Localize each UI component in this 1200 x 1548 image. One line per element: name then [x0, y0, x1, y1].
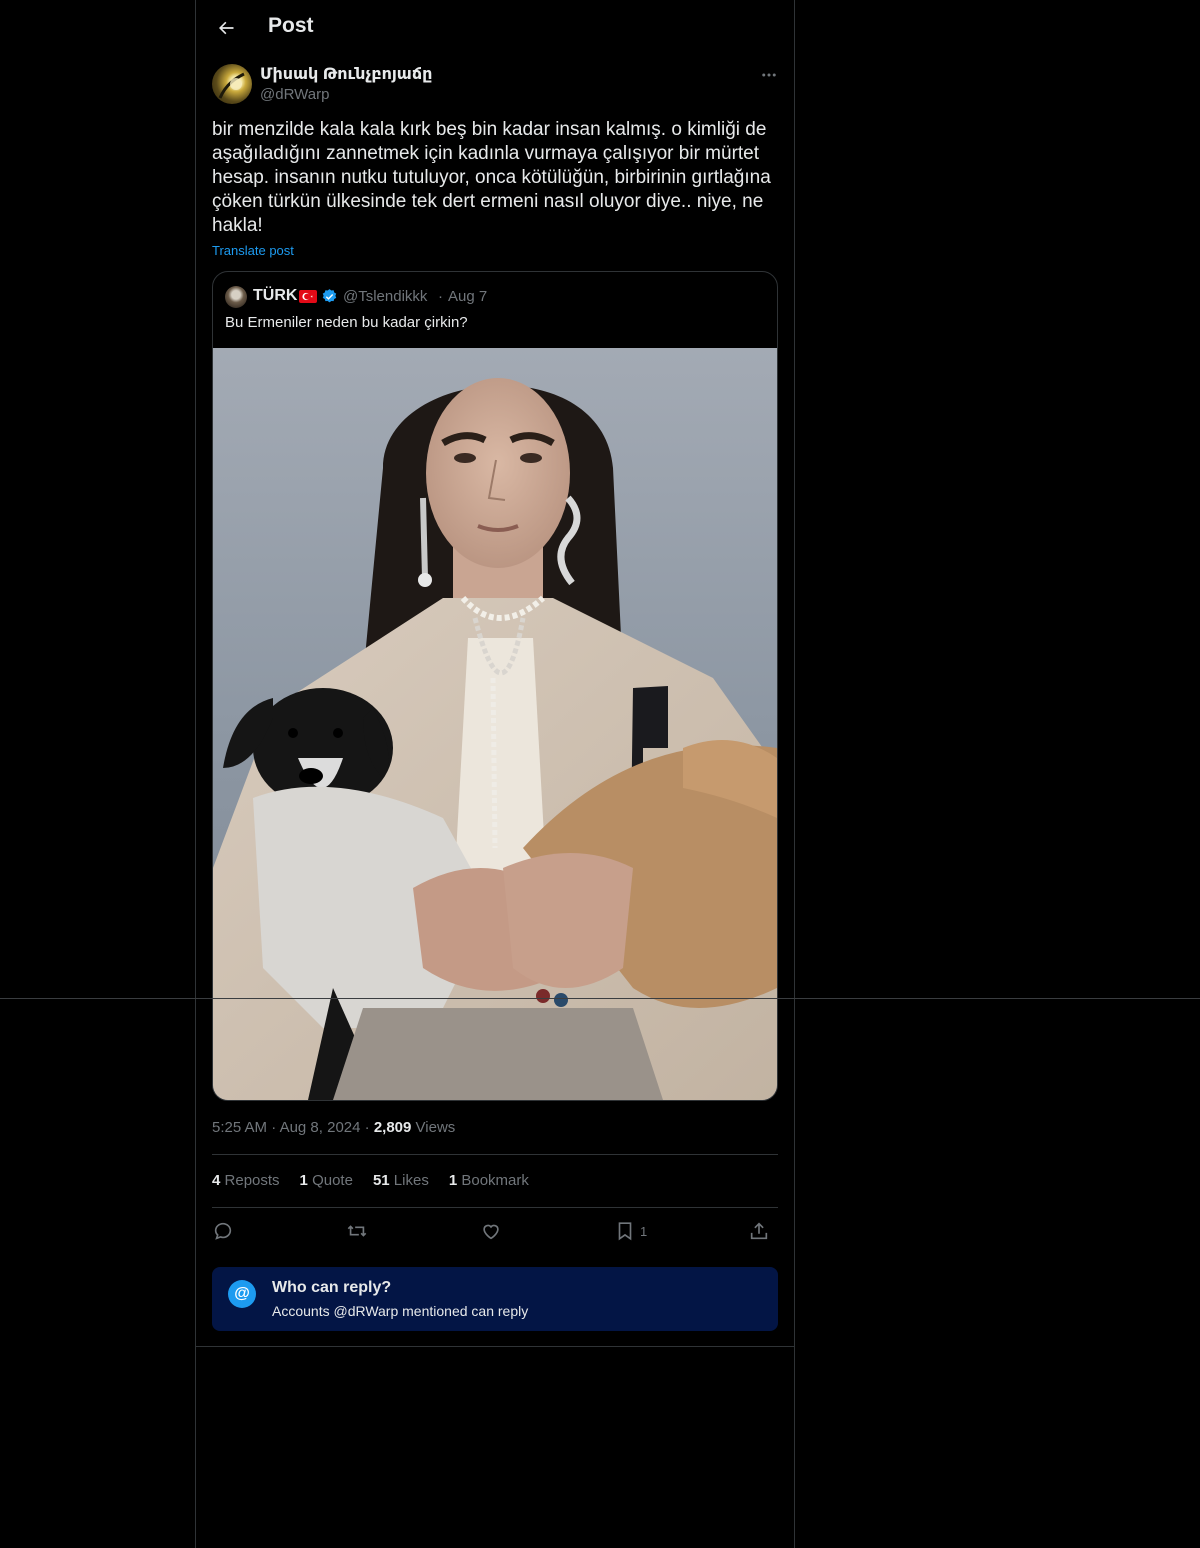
quotes-label: Quote [312, 1172, 353, 1189]
quoted-handle[interactable]: @Tslendikkk [343, 288, 427, 305]
engagement-stats: 4 Reposts 1 Quote 51 Likes 1 Bookmark [212, 1172, 529, 1189]
quoted-photo[interactable] [213, 348, 777, 1100]
verified-icon [322, 289, 337, 303]
post-time[interactable]: 5:25 AM [212, 1119, 267, 1136]
reposts-stat[interactable]: 4 Reposts [212, 1172, 280, 1189]
views-count: 2,809 [373, 1119, 412, 1136]
likes-stat[interactable]: 51 Likes [373, 1172, 429, 1189]
author-handle[interactable]: @dRWarp [260, 86, 329, 103]
share-button[interactable] [748, 1218, 770, 1244]
flag-icon [299, 290, 317, 303]
more-icon [762, 73, 776, 77]
divider [196, 1346, 794, 1347]
repost-button[interactable] [346, 1218, 368, 1244]
like-icon [483, 1224, 499, 1240]
reply-restriction-notice: @ Who can reply? Accounts @dRWarp mentio… [212, 1267, 778, 1331]
avatar[interactable] [212, 64, 252, 104]
divider [212, 1154, 778, 1155]
reply-icon [214, 1222, 232, 1240]
like-button[interactable] [480, 1218, 502, 1244]
horizontal-rule [0, 998, 1200, 999]
separator-dot: · [271, 1119, 280, 1136]
bookmark-button[interactable]: 1 [614, 1218, 647, 1244]
reply-button[interactable] [212, 1218, 234, 1244]
bookmarks-count: 1 [448, 1172, 458, 1189]
quotes-count: 1 [299, 1172, 308, 1189]
reply-restriction-title: Who can reply? [272, 1279, 392, 1296]
author-display-name[interactable]: Միսակ Թունչբոյաճը [260, 64, 432, 84]
post-date[interactable]: Aug 8, 2024 [280, 1119, 361, 1136]
share-icon [750, 1222, 768, 1240]
quotes-stat[interactable]: 1 Quote [300, 1172, 353, 1189]
more-button[interactable] [758, 64, 780, 86]
page-title: Post [268, 14, 314, 37]
bookmark-icon [618, 1222, 632, 1241]
reposts-count: 4 [212, 1172, 221, 1189]
separator-dot: · [438, 288, 443, 305]
bookmarks-label: Bookmark [461, 1172, 529, 1189]
at-icon: @ [228, 1280, 256, 1308]
repost-icon [347, 1225, 367, 1237]
post-metadata: 5:25 AM · Aug 8, 2024 · 2,809 Views [212, 1119, 455, 1136]
quoted-display-name[interactable]: TÜRK [253, 287, 297, 305]
back-button[interactable] [210, 12, 242, 44]
translate-post-link[interactable]: Translate post [212, 243, 294, 258]
post-text: bir menzilde kala kala kırk beş bin kada… [212, 119, 771, 236]
separator-dot: · [364, 1119, 374, 1136]
likes-label: Likes [393, 1172, 429, 1189]
bookmark-count: 1 [640, 1223, 648, 1239]
views-label: Views [415, 1119, 456, 1136]
quoted-text: Bu Ermeniler neden bu kadar çirkin? [225, 314, 468, 331]
header: Post [196, 0, 794, 54]
reply-restriction-subtitle: Accounts @dRWarp mentioned can reply [272, 1303, 529, 1319]
bookmarks-stat[interactable]: 1 Bookmark [449, 1172, 529, 1189]
quoted-date[interactable]: Aug 7 [448, 288, 487, 305]
quoted-post[interactable]: TÜRK @Tslendikkk · Aug 7 Bu Ermeniler ne… [212, 271, 778, 1101]
action-bar: 1 [212, 1212, 778, 1252]
divider [212, 1207, 778, 1208]
back-arrow-icon [219, 21, 234, 35]
quoted-avatar[interactable] [225, 286, 247, 308]
likes-count: 51 [372, 1172, 390, 1189]
reposts-label: Reposts [224, 1172, 280, 1189]
post-column: Post Միսակ Թունչբոյաճը @dRWarp bir menzi… [195, 0, 795, 1548]
